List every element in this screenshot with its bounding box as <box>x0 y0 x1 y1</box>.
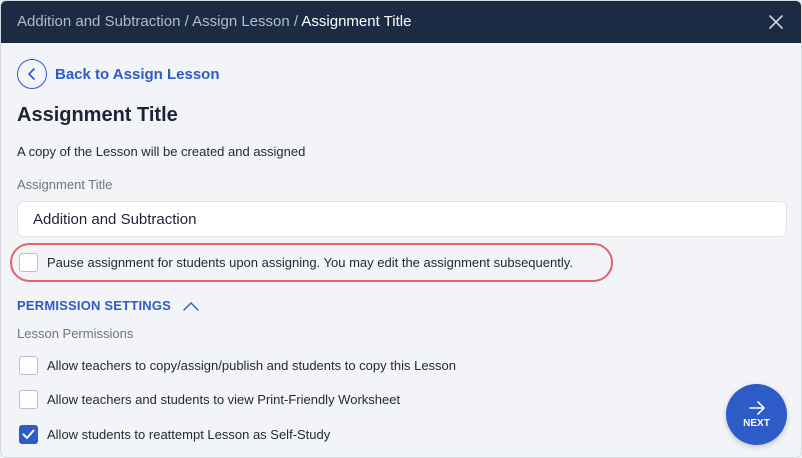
arrow-right-icon <box>748 401 765 415</box>
permission-label: Allow teachers and students to view Prin… <box>47 392 401 407</box>
close-icon[interactable] <box>767 13 785 31</box>
breadcrumb-item-assign-lesson[interactable]: Assign Lesson <box>192 13 290 30</box>
breadcrumb-separator: / <box>184 13 189 30</box>
modal-header: Addition and Subtraction / Assign Lesson… <box>1 1 801 43</box>
permission-checkbox[interactable] <box>19 390 38 409</box>
lesson-permissions-label: Lesson Permissions <box>17 326 134 341</box>
breadcrumb-separator: / <box>293 13 299 30</box>
breadcrumb-item-current: Assignment Title <box>301 13 412 30</box>
permission-item[interactable]: Allow students to reattempt Lesson as Se… <box>19 425 330 444</box>
checkmark-icon <box>22 429 35 439</box>
permission-checkbox[interactable] <box>19 356 38 375</box>
next-button[interactable]: NEXT <box>726 384 787 445</box>
pause-assignment-checkbox[interactable] <box>19 253 38 272</box>
permission-checkbox[interactable] <box>19 425 38 444</box>
assignment-title-label: Assignment Title <box>17 177 113 192</box>
permission-label: Allow students to reattempt Lesson as Se… <box>47 427 331 442</box>
next-label: NEXT <box>743 418 770 429</box>
assignment-title-input[interactable] <box>17 201 787 237</box>
pause-assignment-option[interactable]: Pause assignment for students upon assig… <box>19 253 573 272</box>
breadcrumb: Addition and Subtraction / Assign Lesson… <box>17 12 411 32</box>
chevron-up-icon <box>183 301 199 311</box>
page-subtitle: A copy of the Lesson will be created and… <box>17 144 306 159</box>
pause-assignment-label: Pause assignment for students upon assig… <box>47 255 573 270</box>
permission-label: Allow teachers to copy/assign/publish an… <box>47 358 457 373</box>
back-to-assign-lesson-link[interactable]: Back to Assign Lesson <box>17 59 220 89</box>
permission-item[interactable]: Allow teachers and students to view Prin… <box>19 390 400 409</box>
permission-settings-title: PERMISSION SETTINGS <box>17 298 172 313</box>
page-title: Assignment Title <box>17 104 178 126</box>
permission-settings-toggle[interactable]: PERMISSION SETTINGS <box>17 298 199 313</box>
permission-item[interactable]: Allow teachers to copy/assign/publish an… <box>19 356 456 375</box>
assign-lesson-modal: Addition and Subtraction / Assign Lesson… <box>0 0 802 458</box>
back-label: Back to Assign Lesson <box>55 65 220 83</box>
breadcrumb-item-lesson[interactable]: Addition and Subtraction <box>17 13 180 30</box>
chevron-left-icon <box>17 59 47 89</box>
